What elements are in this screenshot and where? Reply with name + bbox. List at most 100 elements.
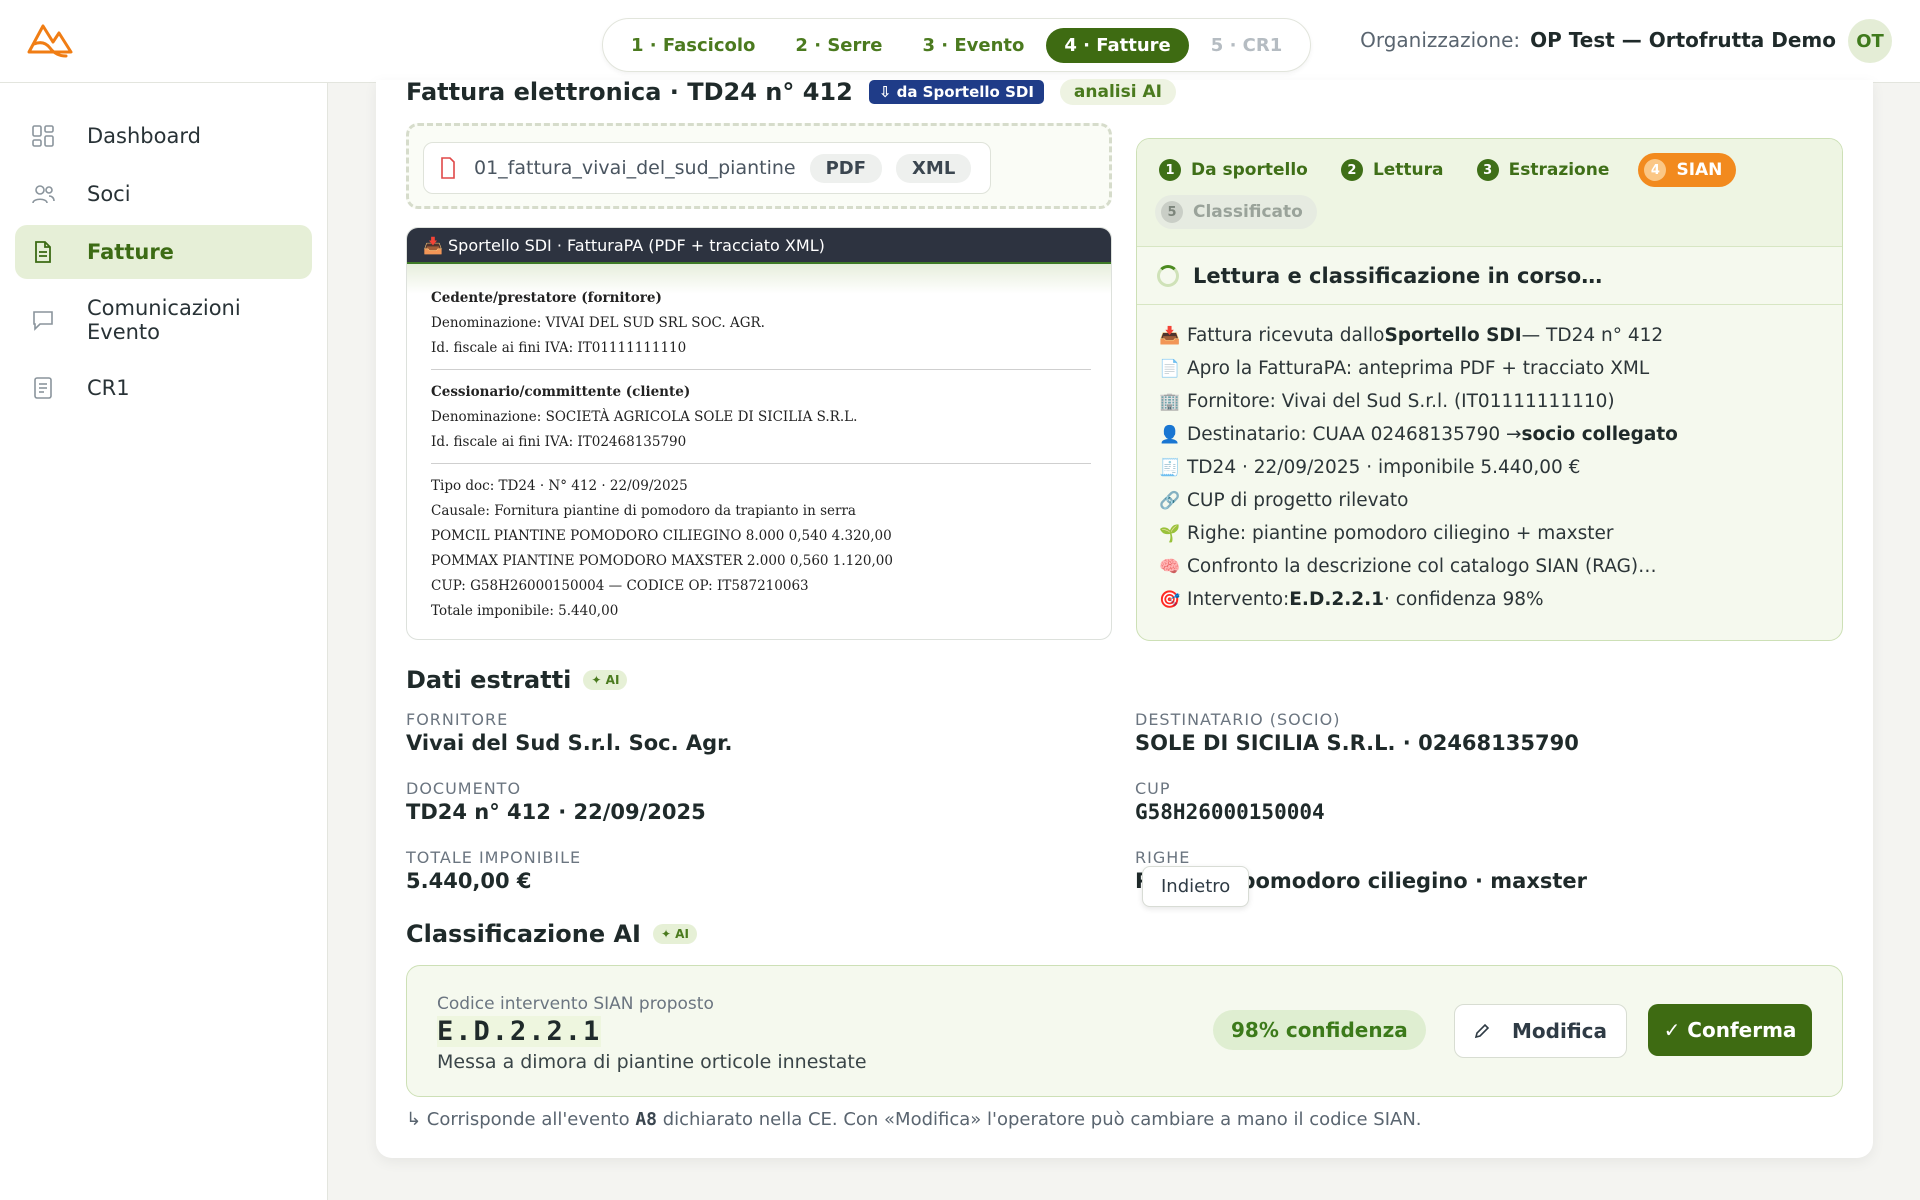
document-icon: 📄: [1159, 358, 1181, 379]
divider: [431, 463, 1091, 464]
log-row: 🎯 Intervento: E.D.2.2.1 · confidenza 98%: [1159, 583, 1842, 616]
phase-number: 4: [1644, 159, 1667, 181]
sidebar-item-label: Soci: [87, 182, 131, 206]
step-serre[interactable]: 2 · Serre: [777, 28, 900, 63]
field-value: TD24 n° 412 · 22/09/2025: [406, 800, 706, 824]
phase-number: 2: [1340, 159, 1363, 181]
pdf-line: Tipo doc: TD24 · N° 412 · 22/09/2025: [431, 478, 688, 494]
field-documento: DOCUMENTO TD24 n° 412 · 22/09/2025: [406, 779, 706, 824]
top-bar: 1 · Fascicolo 2 · Serre 3 · Evento 4 · F…: [0, 0, 1920, 83]
sidebar-item-comunicazioni-evento[interactable]: Comunicazioni Evento: [15, 283, 312, 357]
chat-icon: [33, 311, 53, 331]
note-text: dichiarato nella CE. Con «Modifica» l'op…: [657, 1109, 1422, 1130]
log-text: CUP di progetto rilevato: [1187, 490, 1409, 511]
sidebar-item-cr1[interactable]: CR1: [15, 361, 312, 415]
modify-button[interactable]: Modifica: [1454, 1004, 1627, 1058]
modify-button-label: Modifica: [1512, 1019, 1607, 1043]
field-fornitore: FORNITORE Vivai del Sud S.r.l. Soc. Agr.: [406, 710, 733, 755]
source-badge: ⇩ da Sportello SDI: [868, 80, 1044, 104]
sian-code: E.D.2.2.1: [437, 1016, 602, 1047]
sidebar-item-soci[interactable]: Soci: [15, 167, 312, 221]
classification-box: Codice intervento SIAN proposto E.D.2.2.…: [406, 965, 1843, 1097]
log-text: Righe: piantine pomodoro ciliegino + max…: [1187, 523, 1614, 544]
phase-number: 1: [1159, 159, 1181, 181]
sidebar-item-label: Comunicazioni Evento: [87, 296, 241, 344]
divider: [431, 369, 1091, 370]
pdf-cedente-title: Cedente/prestatore (fornitore): [431, 290, 662, 306]
file-name: 01_fattura_vivai_del_sud_piantine: [474, 157, 796, 179]
step-fatture[interactable]: 4 · Fatture: [1046, 27, 1189, 63]
sidebar-item-dashboard[interactable]: Dashboard: [15, 109, 312, 163]
pdf-cessionario-title: Cessionario/committente (cliente): [431, 384, 691, 400]
section-heading: Dati estratti: [406, 666, 572, 694]
receipt-icon: 🧾: [1159, 457, 1181, 478]
pdf-cedente-vat: Id. fiscale ai fini IVA: IT01111111110: [431, 340, 687, 356]
log-row: 👤 Destinatario: CUAA 02468135790 → socio …: [1159, 418, 1842, 451]
link-icon: 🔗: [1159, 490, 1181, 511]
log-row: 🧾 TD24 · 22/09/2025 · imponibile 5.440,00…: [1159, 451, 1842, 484]
wizard-stepper: 1 · Fascicolo 2 · Serre 3 · Evento 4 · F…: [602, 18, 1312, 72]
processing-status: Lettura e classificazione in corso…: [1137, 247, 1842, 305]
file-icon: [441, 157, 455, 179]
field-totale-imponibile: TOTALE IMPONIBILE 5.440,00 €: [406, 848, 581, 893]
phase-estrazione: 3 Estrazione: [1473, 153, 1614, 187]
back-tooltip[interactable]: Indietro: [1142, 866, 1250, 907]
log-text: Destinatario: CUAA 02468135790 →: [1187, 424, 1522, 445]
log-text: Apro la FatturaPA: anteprima PDF + tracc…: [1187, 358, 1650, 379]
logo-icon[interactable]: [26, 18, 74, 60]
phase-label: SIAN: [1676, 160, 1723, 180]
inbox-icon: 📥: [1159, 325, 1181, 346]
confirm-button[interactable]: ✓ Conferma: [1648, 1004, 1812, 1056]
sidebar: Dashboard Soci Fatture Comunicazioni Eve…: [0, 83, 328, 1200]
log-text: · confidenza 98%: [1384, 589, 1544, 610]
field-value: 5.440,00 €: [406, 869, 532, 893]
field-value: SOLE DI SICILIA S.R.L. · 02468135790: [1135, 731, 1579, 755]
ai-badge: ✦ AI: [583, 670, 628, 690]
organization-name: OP Test — Ortofrutta Demo: [1530, 28, 1836, 52]
log-text: TD24 · 22/09/2025 · imponibile 5.440,00 …: [1187, 457, 1581, 478]
step-evento[interactable]: 3 · Evento: [904, 28, 1042, 63]
file-dropzone[interactable]: 01_fattura_vivai_del_sud_piantine PDF XM…: [406, 123, 1112, 209]
document-icon: [35, 241, 51, 263]
format-tag-pdf[interactable]: PDF: [809, 153, 883, 183]
pdf-line: POMCIL PIANTINE POMODORO CILIEGINO 8.000…: [431, 528, 892, 544]
phase-label: Classificato: [1193, 202, 1303, 222]
step-cr1[interactable]: 5 · CR1: [1193, 28, 1301, 63]
pdf-preview-body: Cedente/prestatore (fornitore) Denominaz…: [431, 286, 1091, 624]
users-icon: [32, 185, 55, 204]
field-label: CUP: [1135, 779, 1171, 798]
note-event-code: A8: [635, 1109, 657, 1130]
pdf-preview: 📥 Sportello SDI · FatturaPA (PDF + tracc…: [406, 227, 1112, 640]
log-row: 🔗 CUP di progetto rilevato: [1159, 484, 1842, 517]
sidebar-item-fatture[interactable]: Fatture: [15, 225, 312, 279]
step-fascicolo[interactable]: 1 · Fascicolo: [613, 28, 773, 63]
page-title: Fattura elettronica · TD24 n° 412: [406, 78, 853, 106]
grid-icon: [32, 125, 54, 147]
log-row: 📄 Apro la FatturaPA: anteprima PDF + trac…: [1159, 352, 1842, 385]
file-chip[interactable]: 01_fattura_vivai_del_sud_piantine PDF XM…: [423, 142, 991, 194]
processing-status-text: Lettura e classificazione in corso…: [1193, 263, 1603, 288]
sidebar-item-label: Fatture: [87, 240, 174, 264]
log-row: 📥 Fattura ricevuta dallo Sportello SDI — …: [1159, 319, 1842, 352]
avatar[interactable]: OT: [1848, 19, 1892, 63]
target-icon: 🎯: [1159, 589, 1181, 610]
pencil-icon: [1474, 1023, 1490, 1039]
field-label: DESTINATARIO (SOCIO): [1135, 710, 1341, 729]
sidebar-item-label: CR1: [87, 376, 130, 400]
sian-code-description: Messa a dimora di piantine orticole inne…: [437, 1051, 867, 1073]
invoice-header: Fattura elettronica · TD24 n° 412 ⇩ da S…: [406, 78, 1176, 106]
seedling-icon: 🌱: [1159, 523, 1181, 544]
field-cup: CUP G58H26000150004: [1135, 779, 1325, 824]
phase-da-sportello: 1 Da sportello: [1155, 153, 1312, 187]
note-text: ↳ Corrisponde all'evento: [406, 1109, 636, 1130]
phase-number: 5: [1161, 201, 1183, 223]
log-text: — TD24 n° 412: [1521, 325, 1664, 346]
log-text: Fattura ricevuta dallo: [1187, 325, 1385, 346]
log-text: Confronto la descrizione col catalogo SI…: [1187, 556, 1657, 577]
pdf-line: Causale: Fornitura piantine di pomodoro …: [431, 503, 856, 519]
log-row: 🏢 Fornitore: Vivai del Sud S.r.l. (IT0111…: [1159, 385, 1842, 418]
format-tag-xml[interactable]: XML: [896, 153, 972, 183]
brain-icon: 🧠: [1159, 556, 1181, 577]
log-row: 🧠 Confronto la descrizione col catalogo S…: [1159, 550, 1842, 583]
pdf-cessionario-vat: Id. fiscale ai fini IVA: IT02468135790: [431, 434, 687, 450]
